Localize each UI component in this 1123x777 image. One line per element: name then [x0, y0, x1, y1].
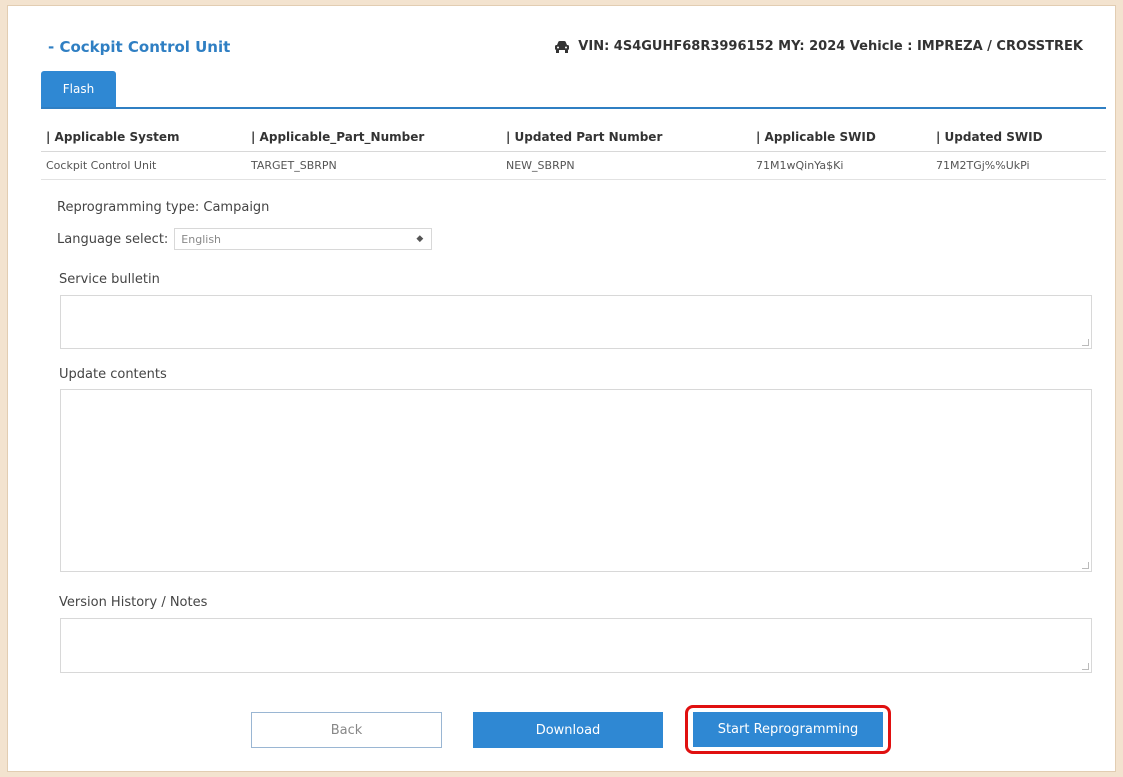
- language-select-row: Language select: English ◆: [57, 227, 433, 251]
- vehicle-info-text: VIN: 4S4GUHF68R3996152 MY: 2024 Vehicle …: [578, 39, 1083, 54]
- main-panel: - Cockpit Control Unit VIN: 4S4GUHF68R39…: [7, 5, 1116, 772]
- language-select[interactable]: English ◆: [174, 228, 433, 250]
- resize-handle-icon[interactable]: [1082, 339, 1089, 346]
- version-history-field[interactable]: [60, 618, 1092, 673]
- table-cell: TARGET_SBRPN: [251, 159, 337, 172]
- back-button[interactable]: Back: [251, 712, 442, 748]
- table-header: | Applicable System | Applicable_Part_Nu…: [41, 123, 1106, 152]
- column-header: | Applicable System: [46, 130, 180, 144]
- page-title: - Cockpit Control Unit: [48, 38, 231, 56]
- resize-handle-icon[interactable]: [1082, 663, 1089, 670]
- vehicle-info: VIN: 4S4GUHF68R3996152 MY: 2024 Vehicle …: [554, 39, 1083, 54]
- table-cell: NEW_SBRPN: [506, 159, 575, 172]
- tab-flash[interactable]: Flash: [41, 71, 116, 107]
- tab-bar: Flash: [41, 69, 1106, 109]
- resize-handle-icon[interactable]: [1082, 562, 1089, 569]
- table-cell: 71M1wQinYa$Ki: [756, 159, 844, 172]
- column-header: | Applicable_Part_Number: [251, 130, 425, 144]
- service-bulletin-label: Service bulletin: [59, 272, 160, 287]
- reprogramming-type: Reprogramming type: Campaign: [57, 200, 270, 215]
- column-header: | Applicable SWID: [756, 130, 876, 144]
- start-reprogramming-highlight: Start Reprogramming: [685, 705, 891, 754]
- update-contents-field[interactable]: [60, 389, 1092, 572]
- car-icon: [555, 40, 570, 53]
- version-history-label: Version History / Notes: [59, 595, 208, 610]
- language-select-value: English: [181, 232, 222, 246]
- table-row: Cockpit Control Unit TARGET_SBRPN NEW_SB…: [41, 152, 1106, 180]
- column-header: | Updated Part Number: [506, 130, 663, 144]
- applicable-systems-table: | Applicable System | Applicable_Part_Nu…: [41, 123, 1106, 180]
- table-cell: Cockpit Control Unit: [46, 159, 157, 172]
- update-contents-label: Update contents: [59, 367, 167, 382]
- service-bulletin-field[interactable]: [60, 295, 1092, 349]
- language-select-label: Language select:: [57, 231, 169, 247]
- download-button[interactable]: Download: [473, 712, 663, 748]
- select-arrows-icon: ◆: [416, 234, 424, 244]
- column-header: | Updated SWID: [936, 130, 1043, 144]
- start-reprogramming-button[interactable]: Start Reprogramming: [693, 712, 883, 747]
- table-cell: 71M2TGj%%UkPi: [936, 159, 1030, 172]
